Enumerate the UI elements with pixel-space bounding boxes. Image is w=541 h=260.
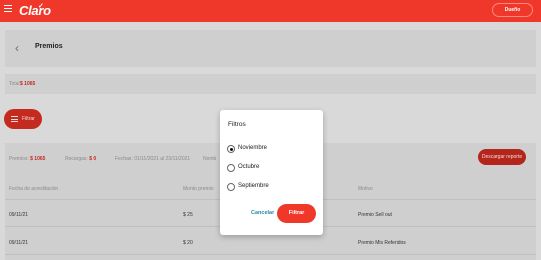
summary-fechas: Fechas: 01/11/2021 al 23/11/2021: [115, 156, 190, 162]
filter-dialog: Filtros Noviembre Octubre Septiembre Can…: [220, 110, 323, 235]
filter-button[interactable]: Filtrar: [4, 109, 42, 129]
row-2-monto: $ 20: [183, 240, 193, 246]
download-report-button[interactable]: Descargar reporte: [478, 149, 526, 165]
hamburger-menu-icon[interactable]: [4, 5, 12, 13]
dialog-title: Filtros: [228, 121, 246, 128]
back-chevron-icon[interactable]: ‹: [15, 41, 19, 55]
apply-filter-button[interactable]: Filtrar: [277, 204, 316, 223]
fechas-label: Fechas:: [115, 156, 133, 162]
table-header-motivo: Motivo: [358, 186, 373, 192]
cancel-button[interactable]: Cancelar: [251, 210, 274, 216]
premios-label: Premios:: [9, 156, 29, 162]
row-1-monto: $ 25: [183, 212, 193, 218]
user-menu-button[interactable]: Dueño: [492, 3, 533, 17]
table-header-monto: Monto premio: [183, 186, 214, 192]
brand-logo[interactable]: Claro: [19, 3, 51, 18]
row-2-motivo: Premio Mis Referidos: [358, 240, 406, 246]
radio-label: Noviembre: [238, 145, 268, 151]
radio-label: Septiembre: [238, 183, 269, 189]
table-header-fecha: Fecha de acreditación: [9, 186, 59, 192]
radio-unchecked-icon[interactable]: [227, 164, 235, 172]
row-1-motivo: Premio Sell out: [358, 212, 392, 218]
top-bar: Claro ✓ Dueño: [0, 0, 541, 22]
row-1-fecha: 09/11/21: [9, 212, 29, 218]
summary-recargas: Recargas: $ 0: [65, 156, 96, 162]
total-value: $ 1065: [20, 81, 36, 87]
page-header: ‹ Premios: [5, 30, 536, 67]
filter-button-label: Filtrar: [22, 116, 35, 122]
recargas-label: Recargas:: [65, 156, 88, 162]
total-label: Total: [9, 81, 20, 87]
filter-sliders-icon: [11, 116, 18, 122]
row-2-fecha: 09/11/21: [9, 240, 29, 246]
radio-checked-icon[interactable]: [227, 145, 235, 153]
premios-value: $ 1065: [30, 156, 46, 162]
summary-extra: Nomb: [203, 156, 217, 162]
row-divider: [5, 254, 536, 255]
total-bar: Total $ 1065: [5, 74, 536, 94]
radio-unchecked-icon[interactable]: [227, 183, 235, 191]
page-title: Premios: [35, 43, 63, 50]
brand-logo-mark-icon: ✓: [38, 3, 44, 10]
summary-premios: Premios: $ 1065: [9, 156, 45, 162]
recargas-value: $ 0: [89, 156, 97, 162]
radio-label: Octubre: [238, 164, 260, 170]
fechas-value: 01/11/2021 al 23/11/2021: [134, 156, 191, 162]
